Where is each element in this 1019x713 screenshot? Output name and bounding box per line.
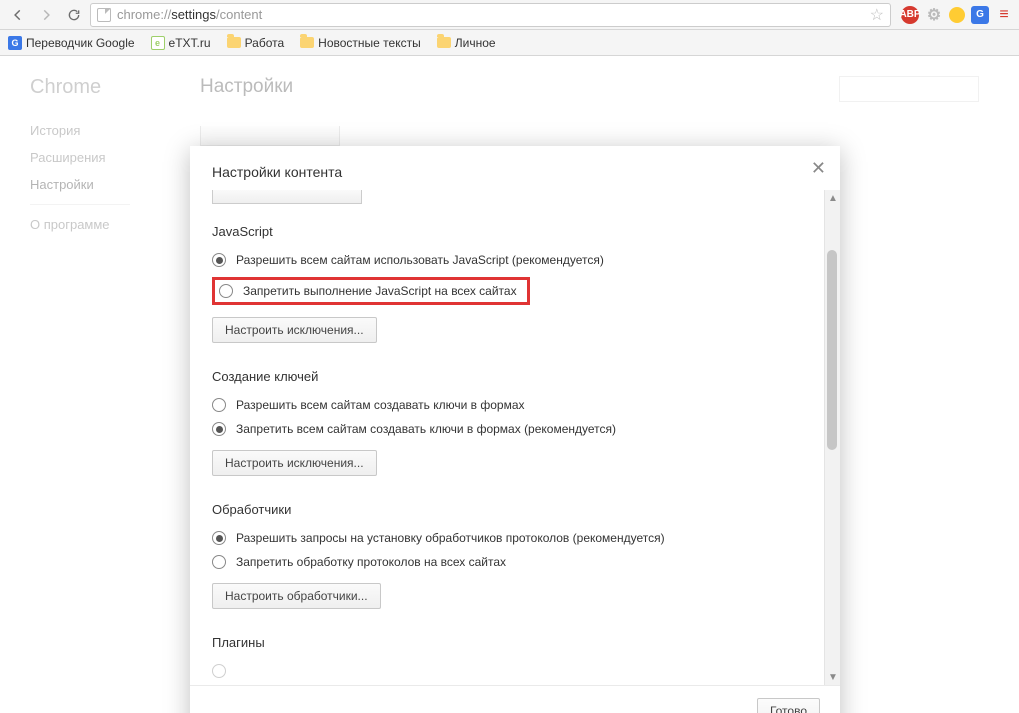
extension-icons: ABP ⚙ G ≡ [895, 6, 1013, 24]
content-settings-dialog: Настройки контента ✕ JavaScript Разрешит… [190, 146, 840, 713]
abp-icon[interactable]: ABP [901, 6, 919, 24]
page-icon [97, 8, 111, 22]
radio-keygen-allow[interactable]: Разрешить всем сайтам создавать ключи в … [212, 398, 836, 412]
yellow-ext-icon[interactable] [949, 7, 965, 23]
radio-icon [212, 253, 226, 267]
keygen-exceptions-button[interactable]: Настроить исключения... [212, 450, 377, 476]
etxt-icon: e [151, 36, 165, 50]
dialog-scrollbar[interactable]: ▲ ▼ [824, 190, 840, 685]
radio-label: Разрешить всем сайтам использовать JavaS… [236, 253, 604, 267]
folder-icon [300, 37, 314, 48]
bookmark-etxt[interactable]: e eTXT.ru [151, 36, 211, 50]
radio-handlers-block[interactable]: Запретить обработку протоколов на всех с… [212, 555, 836, 569]
truncated-button[interactable] [212, 190, 362, 204]
section-handlers: Обработчики Разрешить запросы на установ… [212, 502, 836, 615]
folder-icon [437, 37, 451, 48]
reload-button[interactable] [62, 3, 86, 27]
bookmark-label: Работа [245, 36, 285, 50]
section-plugins: Плагины [212, 635, 836, 678]
highlighted-option: Запретить выполнение JavaScript на всех … [212, 277, 530, 305]
scroll-up-icon[interactable]: ▲ [825, 190, 840, 206]
bookmark-label: eTXT.ru [169, 36, 211, 50]
dialog-header: Настройки контента ✕ [190, 146, 840, 190]
bookmark-translator[interactable]: G Переводчик Google [8, 36, 135, 50]
handlers-manage-button[interactable]: Настроить обработчики... [212, 583, 381, 609]
gear-icon[interactable]: ⚙ [925, 6, 943, 24]
bookmark-label: Новостные тексты [318, 36, 421, 50]
radio-label: Запретить выполнение JavaScript на всех … [243, 284, 517, 298]
radio-handlers-allow[interactable]: Разрешить запросы на установку обработчи… [212, 531, 836, 545]
bookmark-folder-personal[interactable]: Личное [437, 36, 496, 50]
bookmark-label: Личное [455, 36, 496, 50]
omnibox-url: chrome://settings/content [117, 7, 262, 22]
radio-keygen-block[interactable]: Запретить всем сайтам создавать ключи в … [212, 422, 836, 436]
radio-label: Разрешить всем сайтам создавать ключи в … [236, 398, 525, 412]
omnibox[interactable]: chrome://settings/content ☆ [90, 3, 891, 27]
radio-icon [212, 422, 226, 436]
radio-icon [212, 531, 226, 545]
radio-js-allow[interactable]: Разрешить всем сайтам использовать JavaS… [212, 253, 836, 267]
folder-icon [227, 37, 241, 48]
done-button[interactable]: Готово [757, 698, 820, 713]
radio-plugins-first[interactable] [212, 664, 836, 678]
radio-icon [212, 555, 226, 569]
radio-icon [219, 284, 233, 298]
dialog-title: Настройки контента [212, 164, 342, 180]
radio-label: Запретить всем сайтам создавать ключи в … [236, 422, 616, 436]
dialog-footer: Готово [190, 685, 840, 713]
section-title: Плагины [212, 635, 836, 650]
translate-icon: G [8, 36, 22, 50]
scroll-down-icon[interactable]: ▼ [825, 669, 840, 685]
section-title: Обработчики [212, 502, 836, 517]
browser-menu-icon[interactable]: ≡ [995, 6, 1013, 24]
translate-ext-icon[interactable]: G [971, 6, 989, 24]
radio-label: Разрешить запросы на установку обработчи… [236, 531, 665, 545]
radio-js-block[interactable]: Запретить выполнение JavaScript на всех … [219, 284, 517, 298]
browser-toolbar: chrome://settings/content ☆ ABP ⚙ G ≡ [0, 0, 1019, 30]
dialog-close-button[interactable]: ✕ [811, 158, 826, 179]
scroll-thumb[interactable] [827, 250, 837, 450]
bookmark-folder-news[interactable]: Новостные тексты [300, 36, 421, 50]
radio-icon [212, 664, 226, 678]
section-title: Создание ключей [212, 369, 836, 384]
section-title: JavaScript [212, 224, 836, 239]
dialog-body: JavaScript Разрешить всем сайтам использ… [190, 190, 840, 685]
section-keygen: Создание ключей Разрешить всем сайтам со… [212, 369, 836, 482]
radio-label: Запретить обработку протоколов на всех с… [236, 555, 506, 569]
bookmarks-bar: G Переводчик Google e eTXT.ru Работа Нов… [0, 30, 1019, 56]
bookmark-label: Переводчик Google [26, 36, 135, 50]
section-javascript: JavaScript Разрешить всем сайтам использ… [212, 224, 836, 349]
back-button[interactable] [6, 3, 30, 27]
bookmark-star-icon[interactable]: ☆ [870, 5, 884, 25]
js-exceptions-button[interactable]: Настроить исключения... [212, 317, 377, 343]
bookmark-folder-work[interactable]: Работа [227, 36, 285, 50]
radio-icon [212, 398, 226, 412]
forward-button[interactable] [34, 3, 58, 27]
